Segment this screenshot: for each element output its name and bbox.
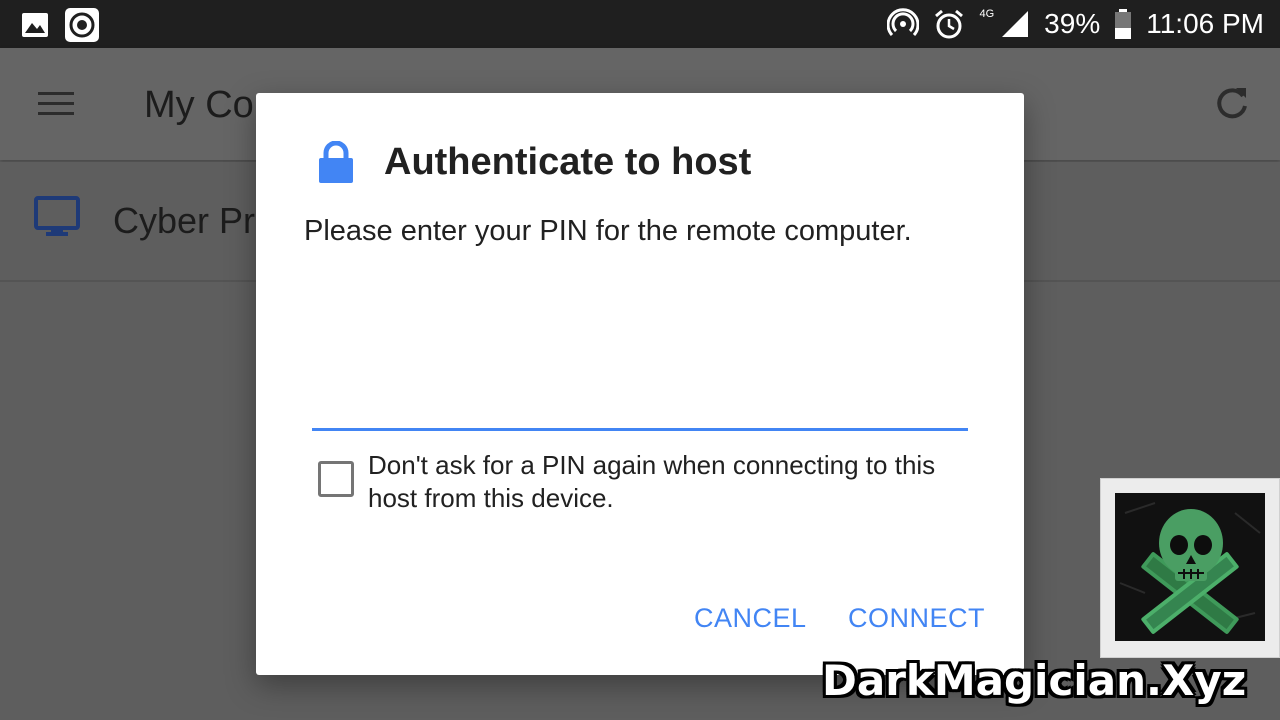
authenticate-dialog: Authenticate to host Please enter your P… bbox=[256, 93, 1024, 675]
connect-button[interactable]: CONNECT bbox=[848, 603, 985, 634]
alarm-icon bbox=[935, 9, 964, 39]
battery-percent: 39% bbox=[1044, 8, 1101, 39]
battery-icon bbox=[1115, 9, 1132, 39]
watermark-logo bbox=[1100, 478, 1280, 658]
menu-icon[interactable] bbox=[38, 92, 74, 118]
pin-input[interactable] bbox=[312, 373, 968, 431]
monitor-icon bbox=[34, 196, 80, 236]
app-title: My Co bbox=[144, 84, 254, 126]
refresh-icon[interactable] bbox=[1212, 84, 1252, 124]
image-icon bbox=[22, 13, 48, 37]
remember-pin-checkbox[interactable] bbox=[318, 461, 354, 497]
cancel-button[interactable]: CANCEL bbox=[694, 603, 807, 634]
lock-icon bbox=[319, 141, 353, 183]
dialog-message: Please enter your PIN for the remote com… bbox=[304, 215, 912, 247]
clock: 11:06 PM bbox=[1146, 8, 1264, 39]
record-icon bbox=[65, 8, 99, 42]
signal-icon bbox=[1002, 11, 1029, 37]
dialog-title: Authenticate to host bbox=[384, 141, 752, 183]
remember-pin-label[interactable]: Don't ask for a PIN again when connectin… bbox=[368, 449, 988, 515]
hotspot-icon bbox=[887, 8, 920, 37]
network-type: 4G bbox=[979, 8, 995, 20]
skull-crossbones-icon bbox=[1115, 493, 1265, 641]
status-bar: 4G 39% 11:06 PM bbox=[0, 0, 1280, 48]
watermark-text: DarkMagician.Xyz bbox=[822, 656, 1247, 705]
host-name: Cyber Pri bbox=[113, 200, 264, 241]
